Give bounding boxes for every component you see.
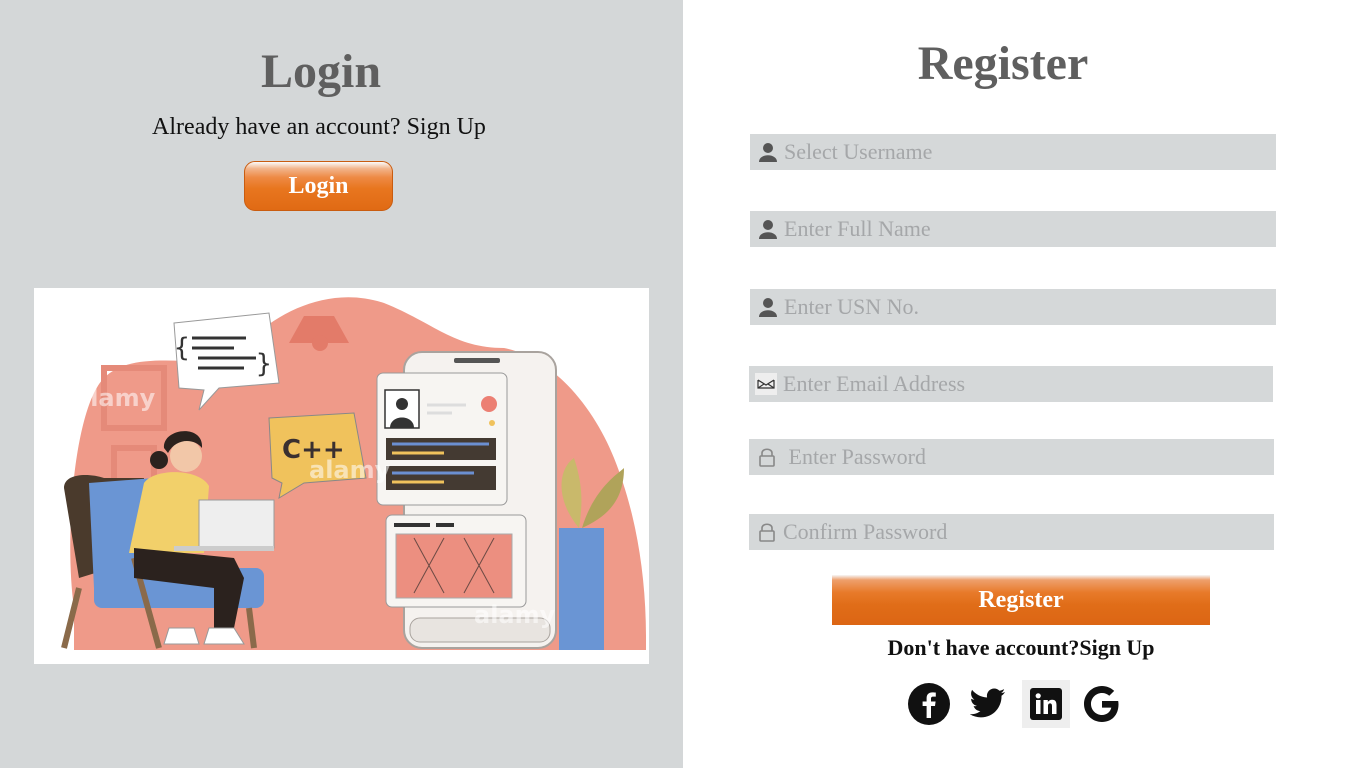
usn-field[interactable]	[750, 289, 1276, 325]
register-title: Register	[917, 37, 1089, 90]
password-input[interactable]	[783, 439, 1263, 475]
facebook-icon[interactable]	[905, 680, 953, 728]
svg-text:{: {	[174, 333, 190, 363]
watermark-text: alamy	[309, 456, 391, 484]
confirm-password-field[interactable]	[749, 514, 1274, 550]
username-field[interactable]	[750, 134, 1276, 170]
usn-input[interactable]	[784, 289, 1264, 325]
fullname-field[interactable]	[750, 211, 1276, 247]
watermark-text: alamy	[474, 601, 556, 629]
linkedin-icon[interactable]	[1022, 680, 1070, 728]
user-icon	[758, 142, 778, 162]
email-input[interactable]	[783, 366, 1263, 402]
fullname-input[interactable]	[784, 211, 1264, 247]
coding-illustration: { } C++ alamy alamy alamy	[34, 288, 649, 664]
lock-icon	[757, 522, 777, 542]
password-field[interactable]	[749, 439, 1274, 475]
confirm-password-input[interactable]	[783, 514, 1263, 550]
register-button[interactable]: Register	[832, 575, 1210, 625]
twitter-icon[interactable]	[964, 680, 1012, 728]
signup-link[interactable]: Don't have account?Sign Up	[683, 634, 1359, 662]
login-title: Login	[260, 45, 382, 98]
email-field[interactable]	[749, 366, 1273, 402]
user-icon	[758, 297, 778, 317]
login-button[interactable]: Login	[244, 161, 393, 211]
google-icon[interactable]	[1078, 680, 1126, 728]
login-panel: Login Already have an account? Sign Up L…	[0, 0, 683, 768]
login-subtitle[interactable]: Already have an account? Sign Up	[0, 112, 638, 142]
username-input[interactable]	[784, 134, 1264, 170]
envelope-icon	[755, 373, 777, 395]
user-icon	[758, 219, 778, 239]
lock-icon	[757, 447, 777, 467]
watermark-text: alamy	[74, 384, 156, 412]
svg-text:}: }	[256, 349, 272, 379]
